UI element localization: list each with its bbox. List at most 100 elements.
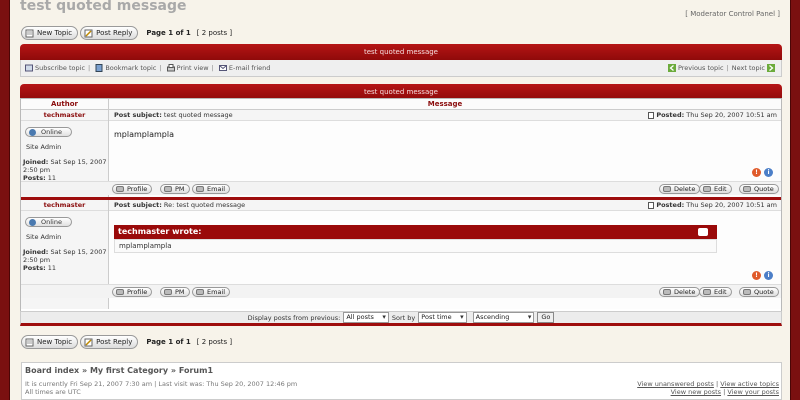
post-date: Posted: Thu Sep 20, 2007 10:51 am xyxy=(648,110,777,121)
pm-button[interactable]: PM xyxy=(160,287,190,297)
pagination-info: Page 1 of 1[ 2 posts ] xyxy=(146,29,233,37)
display-options-bar: Display posts from previous: All posts S… xyxy=(20,311,782,326)
sort-key-select[interactable]: Post time xyxy=(418,312,467,323)
user-rank: Site Admin xyxy=(26,233,62,241)
edit-button[interactable]: Edit xyxy=(699,184,732,194)
post-subject-line: Post subject: test quoted message Posted… xyxy=(109,110,781,121)
email-button[interactable]: Email xyxy=(192,287,231,297)
post-2: techmaster Online Site Admin Joined: Sat… xyxy=(21,200,781,309)
report-icon[interactable]: ! xyxy=(752,271,761,280)
user-rank: Site Admin xyxy=(26,143,62,151)
board-status: It is currently Fri Sep 21, 2007 7:30 am… xyxy=(25,380,297,396)
quote-header: techmaster wrote: xyxy=(114,225,717,239)
profile-button[interactable]: Profile xyxy=(112,184,153,194)
display-label: Display posts from previous: xyxy=(247,313,341,322)
edit-button[interactable]: Edit xyxy=(699,287,732,297)
post-reply-icon xyxy=(84,29,93,38)
user-join-info: Joined: Sat Sep 15, 2007 2:50 pm Posts: 1… xyxy=(23,158,107,182)
pm-icon xyxy=(164,289,172,295)
new-topic-button[interactable]: New Topic xyxy=(21,335,79,349)
post-subject: test quoted message xyxy=(163,111,233,119)
breadcrumb-forum[interactable]: Forum1 xyxy=(179,366,213,375)
subscribe-topic-link[interactable]: Subscribe topic xyxy=(35,64,85,72)
post-icon xyxy=(648,111,655,119)
moderator-control-panel: [ Moderator Control Panel ] xyxy=(685,10,780,18)
topic-actions-bar: Subscribe topic | Bookmark topic | Print v… xyxy=(20,60,782,77)
print-view-link[interactable]: Print view xyxy=(177,64,209,72)
previous-topic-link[interactable]: Previous topic xyxy=(678,64,724,72)
subscribe-icon xyxy=(25,64,33,72)
email-friend-link[interactable]: E-mail friend xyxy=(229,64,270,72)
next-topic-icon xyxy=(767,64,775,72)
bottom-toolbar: New Topic Post Reply Page 1 of 1[ 2 post… xyxy=(21,334,232,350)
email-icon xyxy=(218,64,227,72)
quote-button[interactable]: Quote xyxy=(739,184,779,194)
view-active-link[interactable]: View active topics xyxy=(720,380,779,388)
timezone-text: All times are UTC xyxy=(25,388,81,396)
email-button[interactable]: Email xyxy=(192,184,231,194)
breadcrumb-category[interactable]: My first Category xyxy=(90,366,168,375)
post-footer: Profile PM Email Delete Edit Quote xyxy=(21,284,781,298)
quote-body: mplamplampla xyxy=(114,239,717,253)
info-icon[interactable]: i xyxy=(764,168,773,177)
page: test quoted message [ Moderator Control … xyxy=(9,0,791,400)
breadcrumb: Board index » My first Category » Forum1 xyxy=(25,366,214,375)
message-column-header: Message xyxy=(427,100,463,108)
view-new-posts-link[interactable]: View new posts xyxy=(671,388,721,396)
bookmark-icon xyxy=(95,64,103,72)
online-user-icon xyxy=(29,219,36,226)
post-reply-icon xyxy=(84,338,93,347)
new-topic-icon xyxy=(25,338,34,347)
quote-button[interactable]: Quote xyxy=(739,287,779,297)
posts-table: Author Message techmaster Online Site Ad… xyxy=(20,98,782,313)
profile-button[interactable]: Profile xyxy=(112,287,153,297)
post-reply-button[interactable]: Post Reply xyxy=(80,26,139,40)
breadcrumb-board-index[interactable]: Board index xyxy=(25,366,79,375)
post-footer: Profile PM Email Delete Edit Quote xyxy=(21,181,781,195)
email-icon xyxy=(196,186,204,192)
sort-order-select[interactable]: Ascending xyxy=(472,312,535,323)
new-topic-icon xyxy=(25,29,34,38)
post-content: mplamplampla xyxy=(114,130,174,139)
post-date: Posted: Thu Sep 20, 2007 10:51 am xyxy=(648,200,777,211)
post-reply-button[interactable]: Post Reply xyxy=(80,335,139,349)
view-unanswered-link[interactable]: View unanswered posts xyxy=(637,380,714,388)
sort-label: Sort by xyxy=(391,313,416,322)
bottom-navigation: Board index » My first Category » Forum1… xyxy=(21,362,782,400)
post-subject-line: Post subject: Re: test quoted message Po… xyxy=(109,200,781,211)
posts-period-select[interactable]: All posts xyxy=(343,312,389,323)
mod-cp-link[interactable]: Moderator Control Panel xyxy=(690,10,775,18)
online-status-badge: Online xyxy=(25,217,72,227)
user-join-info: Joined: Sat Sep 15, 2007 2:50 pm Posts: 1… xyxy=(23,248,107,272)
pm-icon xyxy=(164,186,172,192)
post-icon xyxy=(648,201,655,209)
info-icon[interactable]: i xyxy=(764,271,773,280)
quote-box: techmaster wrote: mplamplampla xyxy=(114,225,717,253)
author-column-header: Author xyxy=(21,99,109,109)
online-status-badge: Online xyxy=(25,127,72,137)
pm-button[interactable]: PM xyxy=(160,184,190,194)
report-icon[interactable]: ! xyxy=(752,168,761,177)
post-report-actions: ! i xyxy=(752,271,773,280)
email-icon xyxy=(196,289,204,295)
go-button[interactable]: Go xyxy=(537,312,555,323)
post-1: techmaster Online Site Admin Joined: Sat… xyxy=(21,110,781,200)
bookmark-topic-link[interactable]: Bookmark topic xyxy=(105,64,156,72)
search-links: View unanswered posts | View active topi… xyxy=(637,380,779,396)
edit-icon xyxy=(703,186,711,192)
delete-button[interactable]: Delete xyxy=(659,184,701,194)
print-icon xyxy=(166,64,175,72)
view-your-posts-link[interactable]: View your posts xyxy=(727,388,779,396)
page-title: test quoted message xyxy=(20,0,187,14)
quote-bubble-icon xyxy=(698,228,708,236)
post-subject: Re: test quoted message xyxy=(163,201,246,209)
delete-button[interactable]: Delete xyxy=(659,287,701,297)
new-topic-button[interactable]: New Topic xyxy=(21,26,79,40)
post-author-name[interactable]: techmaster xyxy=(21,110,108,121)
next-topic-link[interactable]: Next topic xyxy=(732,64,765,72)
post-author-name[interactable]: techmaster xyxy=(21,200,108,211)
top-toolbar: New Topic Post Reply Page 1 of 1[ 2 post… xyxy=(21,25,232,41)
topic-title-bar: test quoted message xyxy=(20,44,782,60)
profile-icon xyxy=(116,186,124,192)
delete-icon xyxy=(663,289,671,295)
